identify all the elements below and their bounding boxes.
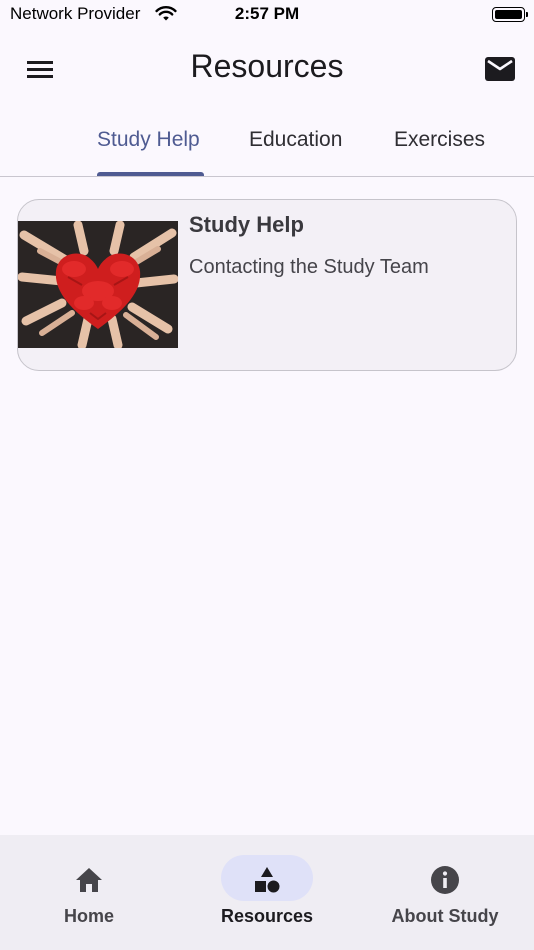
nav-home-label: Home <box>63 906 114 926</box>
tab-exercises[interactable]: Exercises <box>394 128 485 152</box>
resources-screen: Network Provider 2:57 PM Resources Study… <box>0 0 534 950</box>
nav-about-study-label: About Study <box>391 906 499 926</box>
app-bar: Resources <box>0 36 534 100</box>
battery-icon <box>492 7 528 22</box>
battery-tip <box>526 12 528 17</box>
battery-level <box>495 10 522 19</box>
resource-card-image <box>18 221 178 348</box>
status-time: 2:57 PM <box>234 4 300 23</box>
nav-resources[interactable]: Resources <box>178 835 356 950</box>
bottom-navigation: Home Resources About Study <box>0 835 534 950</box>
tab-education[interactable]: Education <box>249 128 342 152</box>
page-title: Resources <box>190 48 344 84</box>
tab-study-help[interactable]: Study Help <box>97 128 200 152</box>
nav-home[interactable]: Home <box>0 835 178 950</box>
shapes-icon <box>252 865 282 895</box>
resource-tabs: Study Help Education Exercises <box>0 112 534 177</box>
mail-button[interactable] <box>484 55 516 83</box>
resource-card-subtitle: Contacting the Study Team <box>189 256 429 278</box>
nav-resources-label: Resources <box>220 906 314 926</box>
resource-card[interactable]: Study Help Contacting the Study Team <box>17 199 517 371</box>
active-tab-indicator <box>97 172 204 176</box>
info-icon <box>430 865 460 895</box>
home-icon <box>74 865 104 895</box>
resource-card-title: Study Help <box>189 212 304 237</box>
nav-about-study[interactable]: About Study <box>356 835 534 950</box>
mail-icon <box>485 57 515 81</box>
status-bar: Network Provider 2:57 PM <box>0 0 534 32</box>
